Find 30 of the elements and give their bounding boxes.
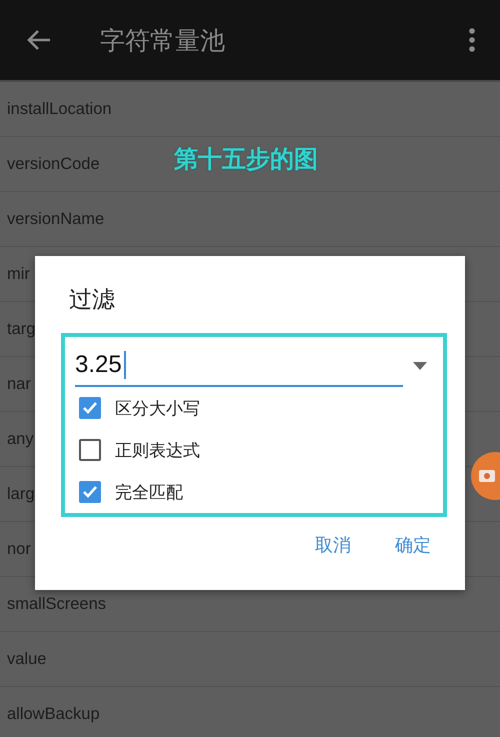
list-item[interactable]: any <box>7 430 34 448</box>
list-item[interactable]: targ <box>7 320 36 338</box>
app-bar-title: 字符常量池 <box>100 24 226 56</box>
checkbox[interactable] <box>79 481 101 503</box>
back-arrow-icon[interactable] <box>26 29 52 51</box>
list-item[interactable]: allowBackup <box>7 704 100 724</box>
option-label: 完全匹配 <box>115 482 183 504</box>
list-item[interactable]: larg <box>7 484 35 504</box>
option-label: 正则表达式 <box>115 440 200 462</box>
list-item[interactable]: value <box>7 650 46 668</box>
dropdown-icon[interactable] <box>413 362 427 370</box>
checkbox[interactable] <box>79 397 101 419</box>
list-item[interactable]: mir <box>7 264 30 284</box>
option-label: 区分大小写 <box>115 398 200 420</box>
annotation-text: 第十五步的图 <box>174 144 318 175</box>
checkbox[interactable] <box>79 439 101 461</box>
check-icon <box>82 401 98 415</box>
dialog-button[interactable]: 确定 <box>387 525 439 565</box>
camera-icon <box>479 469 495 483</box>
list-item[interactable]: smallScreens <box>7 594 106 614</box>
filter-input[interactable]: 3.25 <box>75 345 403 387</box>
list-item[interactable]: versionName <box>7 210 104 228</box>
check-icon <box>82 485 98 499</box>
list-item[interactable]: versionCode <box>7 154 100 174</box>
more-icon[interactable] <box>468 28 476 52</box>
list-item[interactable]: nor <box>7 540 31 558</box>
dialog-button[interactable]: 取消 <box>307 525 359 565</box>
dialog-title: 过滤 <box>69 286 116 315</box>
list-item[interactable]: nar <box>7 374 31 394</box>
list-item[interactable]: installLocation <box>7 100 112 118</box>
